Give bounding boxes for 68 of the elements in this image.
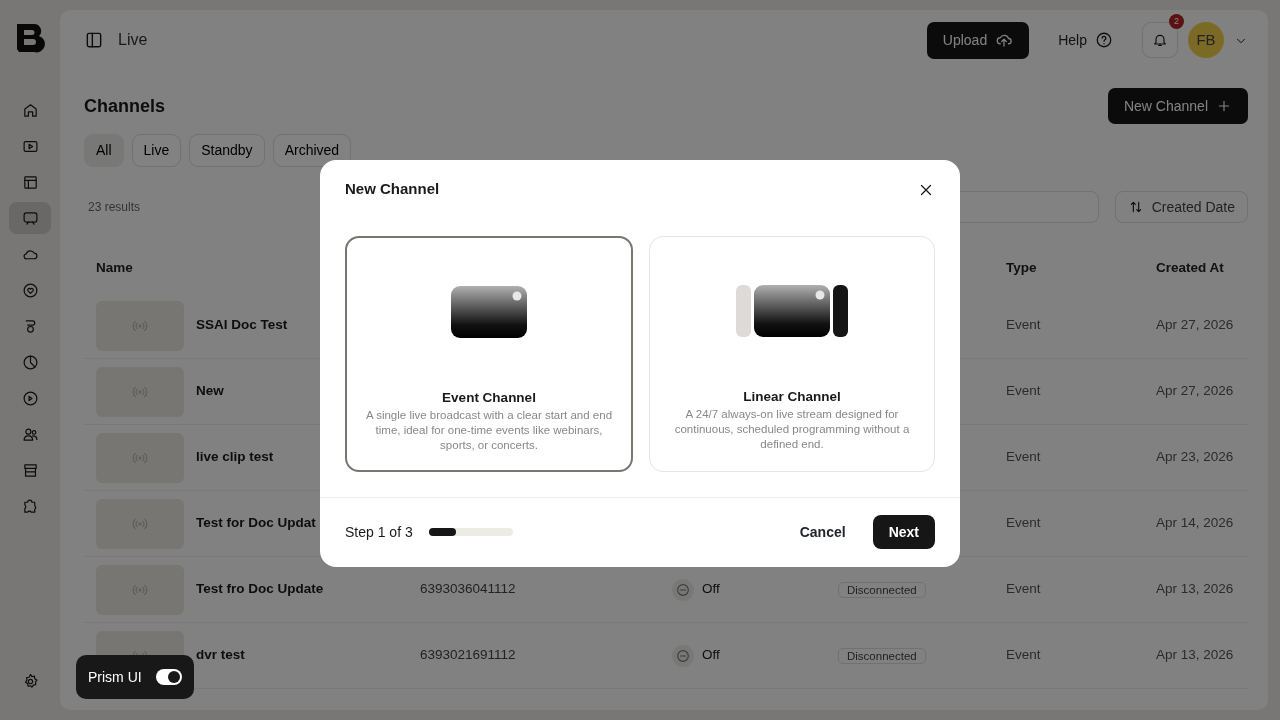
channel-name[interactable]: New [196,381,224,402]
help-icon [1095,31,1113,49]
cancel-button[interactable]: Cancel [786,514,859,550]
logo-icon [14,22,46,54]
created-date: Apr 23, 2026 [1156,449,1234,465]
toggle-switch[interactable] [155,669,182,685]
toggle-label: Prism UI [88,667,142,687]
results-count: 23 results [88,199,141,216]
connection-status: Disconnected [838,647,926,664]
option-description: A single live broadcast with a clear start and end time, ideal for one-time events like webinars, sports, or concerts. [364,407,614,453]
channel-type: Event [1006,647,1041,663]
minus-circle-icon [675,581,691,598]
channel-id: 6393036041112 [420,581,516,597]
column-header: Name [96,258,133,277]
home-icon [21,101,39,119]
next-button[interactable]: Next [872,515,935,549]
heart-circle-icon [21,281,39,299]
option-title: Event Channel [442,388,536,407]
notifications-button[interactable] [1142,22,1178,58]
tv-icon [21,209,39,227]
status-text: Off [702,580,720,599]
help-button[interactable]: Help [1045,22,1126,58]
filter-tab[interactable]: Live [131,134,182,167]
dialog-title: New Channel [345,179,441,199]
minus-circle-icon [675,647,691,664]
channel-type: Event [1006,383,1041,399]
channel-type: Event [1006,449,1041,465]
notification-count: 2 [1169,14,1184,29]
filter-tab[interactable]: Archived [272,134,352,167]
upload-button[interactable]: Upload [926,21,1030,59]
channel-id: 6393021691112 [420,647,516,663]
created-date: Apr 13, 2026 [1156,647,1234,663]
created-date: Apr 13, 2026 [1156,581,1234,597]
created-date: Apr 27, 2026 [1156,383,1234,399]
layout-icon [21,173,39,191]
option-title: Linear Channel [743,387,841,406]
new-channel-button[interactable]: New Channel [1107,88,1248,124]
channel-type: Event [1006,317,1041,333]
sort-button[interactable]: Created Date [1114,191,1248,223]
option-description: A 24/7 always-on live stream designed for continuous, scheduled programming without a defined end. [673,406,911,452]
bell-icon [1152,32,1168,48]
page-title: Channels [84,94,167,118]
channel-type-option[interactable]: Event Channel A single live broadcast with a clear start and end time, ideal for one-time events like webinars, sports, or concerts. [345,235,633,472]
filter-tab[interactable]: All [84,134,124,167]
connection-status: Disconnected [838,581,926,598]
breadcrumb-title: Live [118,30,148,50]
sidebar-item[interactable] [9,202,51,234]
channel-type: Event [1006,581,1041,597]
channel-name[interactable]: SSAI Doc Test [196,315,288,336]
play-circle-icon [21,389,39,407]
column-header: Type [1006,259,1037,275]
channel-type-option[interactable]: Linear Channel A 24/7 always-on live stream designed for continuous, scheduled programming without a defined end. [649,235,935,472]
user-avatar[interactable]: FB [1188,22,1224,58]
status-text: Off [702,646,720,665]
store-icon [21,461,39,479]
channel-name[interactable]: live clip test [196,447,274,468]
puzzle-icon [21,497,39,515]
channel-name[interactable]: dvr test [196,645,245,666]
channel-type: Event [1006,515,1041,531]
channel-name[interactable]: Test fro Doc Update [196,579,324,600]
plus-icon [1216,98,1232,114]
filter-tab[interactable]: Standby [189,134,265,167]
channel-name[interactable]: Test for Doc Updat [196,513,316,534]
step-indicator: Step 1 of 3 [345,522,413,542]
pie-chart-icon [21,353,39,371]
created-date: Apr 14, 2026 [1156,515,1234,531]
created-date: Apr 27, 2026 [1156,317,1234,333]
column-header: Created At [1156,259,1224,275]
